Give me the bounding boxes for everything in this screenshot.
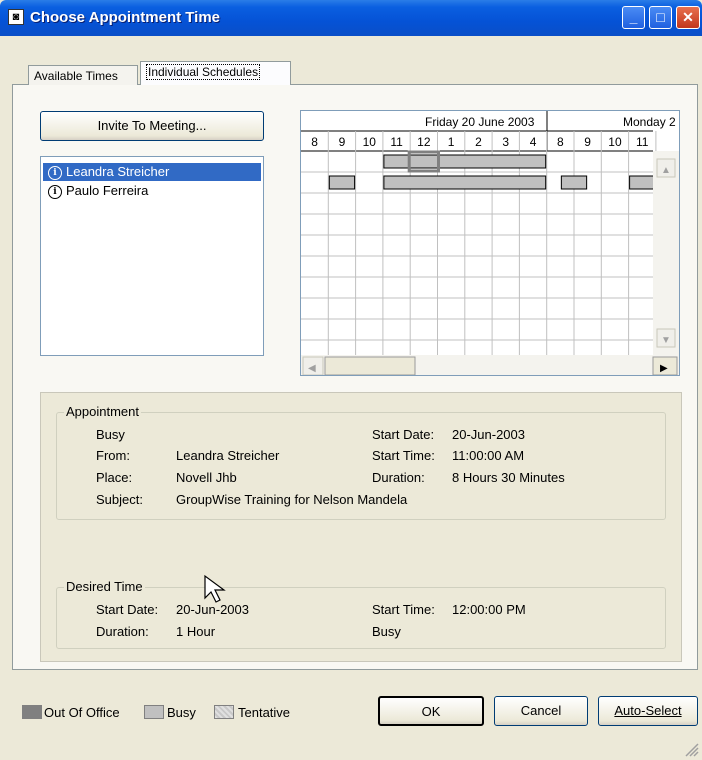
info-icon: i xyxy=(48,165,62,180)
scroll-up-icon: ▲ xyxy=(661,165,671,176)
subject-label: Subject: xyxy=(96,492,143,507)
title-bar[interactable]: ◙ Choose Appointment Time _ □ ✕ xyxy=(0,0,702,36)
appointment-status: Busy xyxy=(96,427,125,442)
participants-list[interactable]: i Leandra Streicher i Paulo Ferreira xyxy=(40,156,264,356)
desired-start-date-label: Start Date: xyxy=(96,602,159,617)
ok-button[interactable]: OK xyxy=(378,696,484,726)
auto-select-label: Auto-Select xyxy=(614,703,682,718)
hour-label: 4 xyxy=(530,135,537,149)
desired-duration-label: Duration: xyxy=(96,624,149,639)
duration-value: 8 Hours 30 Minutes xyxy=(452,470,565,485)
invite-to-meeting-button[interactable]: Invite To Meeting... xyxy=(40,111,264,141)
hour-label: 12 xyxy=(417,135,431,149)
tab-available-times[interactable]: Available Times xyxy=(28,65,138,85)
place-label: Place: xyxy=(96,470,133,485)
desired-time-group-label: Desired Time xyxy=(64,579,145,594)
close-button[interactable]: ✕ xyxy=(676,6,700,29)
list-item[interactable]: i Leandra Streicher xyxy=(43,163,261,181)
from-value: Leandra Streicher xyxy=(176,448,280,463)
maximize-button[interactable]: □ xyxy=(649,6,672,29)
hour-label: 10 xyxy=(363,135,377,149)
legend-out-of-office: Out Of Office xyxy=(44,705,120,720)
hour-label: 3 xyxy=(502,135,509,149)
busy-block[interactable] xyxy=(629,175,656,190)
invite-button-label: Invite To Meeting... xyxy=(97,118,207,133)
hour-label: 2 xyxy=(475,135,482,149)
desired-time-group xyxy=(56,587,666,649)
scroll-right-icon: ▶ xyxy=(660,363,668,374)
auto-select-button[interactable]: Auto-Select xyxy=(598,696,698,726)
hour-label: 11 xyxy=(390,135,403,149)
place-value: Novell Jhb xyxy=(176,470,237,485)
hour-label: 10 xyxy=(608,135,622,149)
list-item[interactable]: i Paulo Ferreira xyxy=(43,182,261,200)
hour-label: 9 xyxy=(584,135,591,149)
hour-label: 1 xyxy=(448,135,455,149)
busy-block[interactable] xyxy=(328,175,356,190)
mouse-cursor-icon xyxy=(204,574,226,603)
appointment-group-label: Appointment xyxy=(64,404,141,419)
busy-swatch xyxy=(144,705,164,719)
legend-busy: Busy xyxy=(167,705,196,720)
schedule-grid-canvas[interactable]: Friday 20 June 2003 Monday 2 8 9 10 11 12 1 2 3… xyxy=(301,111,680,376)
ok-label: OK xyxy=(421,704,441,719)
out-of-office-swatch xyxy=(22,705,42,719)
start-date-value: 20-Jun-2003 xyxy=(452,427,525,442)
scroll-left-icon: ◀ xyxy=(308,363,316,374)
start-time-label: Start Time: xyxy=(372,448,435,463)
desired-start-time-label: Start Time: xyxy=(372,602,435,617)
info-icon: i xyxy=(48,184,62,199)
subject-value: GroupWise Training for Nelson Mandela xyxy=(176,492,408,507)
window-title: Choose Appointment Time xyxy=(30,9,221,26)
hour-label: 8 xyxy=(557,135,564,149)
participant-name: Paulo Ferreira xyxy=(66,183,149,198)
start-time-value: 11:00:00 AM xyxy=(452,448,525,463)
legend-tentative: Tentative xyxy=(238,705,291,720)
busy-block[interactable] xyxy=(383,175,547,190)
desired-status: Busy xyxy=(372,624,401,639)
cancel-button[interactable]: Cancel xyxy=(494,696,588,726)
tentative-swatch xyxy=(214,705,234,719)
desired-start-time-value: 12:00:00 PM xyxy=(452,602,526,617)
app-icon: ◙ xyxy=(8,9,24,25)
scroll-down-icon: ▼ xyxy=(661,335,671,346)
start-date-label: Start Date: xyxy=(372,427,435,442)
hour-label: 8 xyxy=(311,135,318,149)
resize-grip-icon[interactable] xyxy=(684,742,700,758)
participant-name: Leandra Streicher xyxy=(66,164,170,179)
hour-label: 11 xyxy=(636,135,649,149)
day-header-friday: Friday 20 June 2003 xyxy=(425,115,535,129)
day-header-monday: Monday 2 xyxy=(623,115,676,129)
busy-block[interactable] xyxy=(560,175,588,190)
tab-individual-label: Individual Schedules xyxy=(146,64,261,80)
schedule-grid[interactable]: Friday 20 June 2003 Monday 2 8 9 10 11 12 1 2 3… xyxy=(300,110,680,376)
vertical-scrollbar[interactable] xyxy=(653,151,679,355)
cancel-label: Cancel xyxy=(520,703,562,718)
desired-duration-value: 1 Hour xyxy=(176,624,216,639)
tab-individual-schedules[interactable]: Individual Schedules xyxy=(140,61,291,85)
duration-label: Duration: xyxy=(372,470,425,485)
horizontal-scroll-thumb[interactable] xyxy=(324,356,416,375)
from-label: From: xyxy=(96,448,130,463)
hour-label: 9 xyxy=(339,135,346,149)
minimize-button[interactable]: _ xyxy=(622,6,645,29)
